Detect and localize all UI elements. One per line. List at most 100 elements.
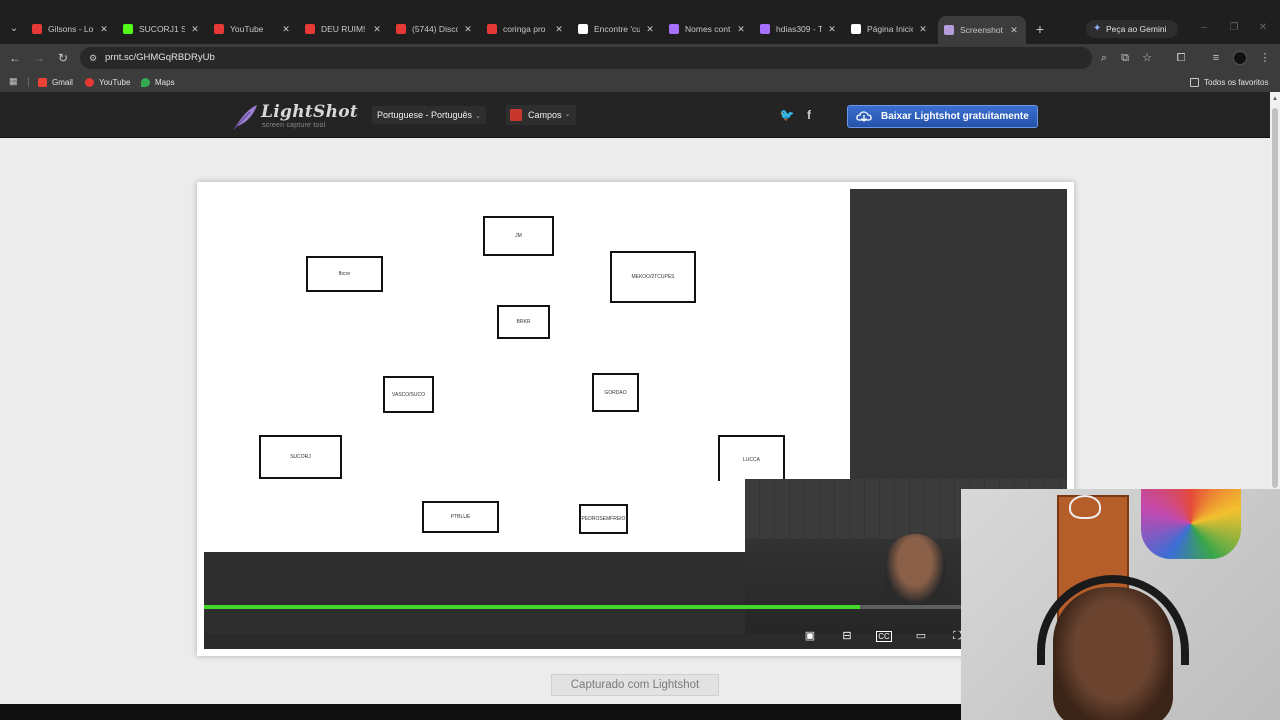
person-head — [1053, 587, 1173, 720]
bookmark-maps[interactable]: Maps — [141, 76, 175, 88]
captions-icon[interactable]: CC — [876, 631, 892, 642]
language-selector[interactable]: Portuguese - Português ⌄ — [372, 106, 486, 124]
tab-title: DEU RUIM! — [321, 24, 366, 34]
bookmark-gmail[interactable]: Gmail — [38, 76, 73, 88]
browser-tab[interactable]: hdias309 - T ✕ — [760, 18, 838, 40]
diagram-box: MEKOO/2TCUPES — [610, 251, 696, 303]
scroll-up-icon[interactable]: ▲ — [1272, 96, 1278, 102]
browser-tab[interactable]: Gilsons - Lo ✕ — [32, 18, 110, 40]
box-label: BRKR — [516, 319, 531, 325]
forward-arrow-icon[interactable]: → — [31, 50, 47, 66]
extensions-puzzle-icon[interactable]: ⧠ — [1173, 50, 1189, 66]
bookmark-label: Gmail — [52, 77, 73, 87]
campos-menu[interactable]: Campos ⌄ — [506, 105, 577, 125]
profile-avatar[interactable] — [1233, 51, 1247, 65]
close-icon[interactable]: ✕ — [1008, 25, 1020, 36]
zoom-icon[interactable]: ⌕ — [1096, 50, 1112, 66]
maps-icon — [141, 77, 150, 87]
screenshot-image[interactable]: fbcxv JM MEKOO/2TCUPES BRKR VASCO/SUCO G… — [204, 189, 1067, 649]
minimize-icon[interactable]: – — [1198, 22, 1210, 34]
lightshot-logo[interactable]: LightShot screen capture tool — [230, 102, 358, 132]
browser-tab[interactable]: coringa pro ✕ — [487, 18, 565, 40]
captured-with-lightshot-label: Capturado com Lightshot — [551, 674, 719, 696]
twitter-icon[interactable]: 🐦 — [779, 107, 795, 123]
media-control-icon[interactable]: ≡ — [1208, 50, 1224, 66]
tab-title: coringa pro — [503, 24, 546, 34]
ask-gemini-button[interactable]: ✦ Peça ao Gemini — [1086, 20, 1178, 38]
tab-title: YouTube — [230, 24, 264, 34]
bookmarks-divider — [28, 77, 29, 87]
logo-title: LightShot — [261, 102, 359, 122]
facebook-icon[interactable]: f — [801, 107, 817, 123]
video-progress-bar[interactable] — [204, 605, 1067, 609]
close-icon[interactable]: ✕ — [371, 24, 383, 35]
box-label: SUCORJ — [290, 454, 311, 460]
twitch-icon — [669, 24, 679, 34]
tab-search-chevron-icon[interactable]: ⌄ — [6, 21, 22, 37]
new-tab-plus-icon[interactable]: + — [1033, 20, 1047, 38]
theater-icon[interactable]: ⊟ — [839, 629, 855, 643]
bookmark-star-icon[interactable]: ☆ — [1139, 50, 1155, 66]
browser-tab[interactable]: Página Inicio ✕ — [851, 18, 929, 40]
scrollbar-thumb[interactable] — [1272, 108, 1278, 488]
kebab-menu-icon[interactable]: ⋮ — [1257, 50, 1273, 66]
diagram-box: fbcxv — [306, 256, 383, 292]
diagram-box: SUCORJ — [259, 435, 342, 479]
gmail-icon — [38, 77, 47, 87]
close-icon[interactable]: ✕ — [553, 24, 565, 35]
youtube-icon — [487, 24, 497, 34]
browser-tab[interactable]: (5744) Disco ✕ — [396, 18, 474, 40]
tab-title: Nomes cont — [685, 24, 731, 34]
youtube-icon — [214, 24, 224, 34]
close-icon[interactable]: ✕ — [98, 24, 110, 35]
reload-icon[interactable]: ↻ — [55, 50, 71, 66]
miniplayer-icon[interactable]: ▣ — [802, 629, 818, 643]
restore-icon[interactable]: ❐ — [1228, 22, 1240, 34]
bookmark-label: YouTube — [99, 77, 131, 87]
box-label: fbcxv — [338, 271, 351, 277]
close-icon[interactable]: ✕ — [280, 24, 292, 35]
box-label: MEKOO/2TCUPES — [631, 274, 675, 280]
close-icon[interactable]: ✕ — [826, 24, 838, 35]
address-bar[interactable]: ⚙ prnt.sc/GHMGqRBDRyUb — [80, 47, 1092, 69]
tab-title: hdias309 - T — [776, 24, 822, 34]
youtube-icon — [305, 24, 315, 34]
browser-tab[interactable]: SUCORJ1 St ✕ — [123, 18, 201, 40]
close-icon[interactable]: ✕ — [644, 24, 656, 35]
tab-title: (5744) Disco — [412, 24, 458, 34]
browser-tab-active[interactable]: Screenshot ✕ — [938, 16, 1026, 44]
browser-toolbar: ← → ↻ ⚙ prnt.sc/GHMGqRBDRyUb ⌕ ⧉ ☆ ⧠ ≡ ⋮ — [0, 44, 1280, 72]
browser-tab[interactable]: DEU RUIM! ✕ — [305, 18, 383, 40]
apps-grid-icon[interactable]: ▦ — [9, 76, 19, 86]
browser-tab[interactable]: Nomes cont ✕ — [669, 18, 747, 40]
cinema-mode-icon[interactable]: ▭ — [913, 629, 929, 643]
browser-tab[interactable]: YouTube ✕ — [214, 18, 292, 40]
close-icon[interactable]: ✕ — [462, 24, 474, 35]
lightshot-header: LightShot screen capture tool Portuguese… — [0, 92, 1270, 138]
streamer-figure — [885, 534, 945, 604]
close-icon[interactable]: ✕ — [189, 24, 201, 35]
tab-title: Gilsons - Lo — [48, 24, 94, 34]
box-label: JM — [515, 233, 522, 239]
box-label: GORDAO — [604, 389, 627, 396]
close-icon[interactable]: ✕ — [917, 24, 929, 35]
bookmark-youtube[interactable]: YouTube — [85, 76, 130, 88]
page-bottom-edge — [0, 704, 961, 720]
close-icon[interactable]: ✕ — [735, 24, 747, 35]
window-close-icon[interactable]: ✕ — [1257, 22, 1269, 34]
all-favorites[interactable]: Todos os favoritos — [1190, 76, 1268, 88]
browser-tab[interactable]: Encontre 'cu ✕ — [578, 18, 656, 40]
tab-title: Página Inicio — [867, 24, 913, 34]
colorful-banner — [1141, 489, 1241, 559]
url-text[interactable]: prnt.sc/GHMGqRBDRyUb — [105, 47, 215, 69]
back-arrow-icon[interactable]: ← — [7, 50, 23, 66]
diagram-box: PEDROSEMFREIO — [579, 504, 628, 534]
folder-icon — [1190, 77, 1199, 87]
diagram-box: GORDAO — [592, 373, 639, 412]
download-lightshot-button[interactable]: Baixar Lightshot gratuitamente — [847, 105, 1038, 128]
youtube-icon — [396, 24, 406, 34]
browser-tab-strip: ⌄ Gilsons - Lo ✕ SUCORJ1 St ✕ YouTube ✕ … — [0, 0, 1280, 44]
install-app-icon[interactable]: ⧉ — [1117, 50, 1133, 66]
site-info-icon[interactable]: ⚙ — [86, 51, 100, 65]
youtube-icon — [32, 24, 42, 34]
